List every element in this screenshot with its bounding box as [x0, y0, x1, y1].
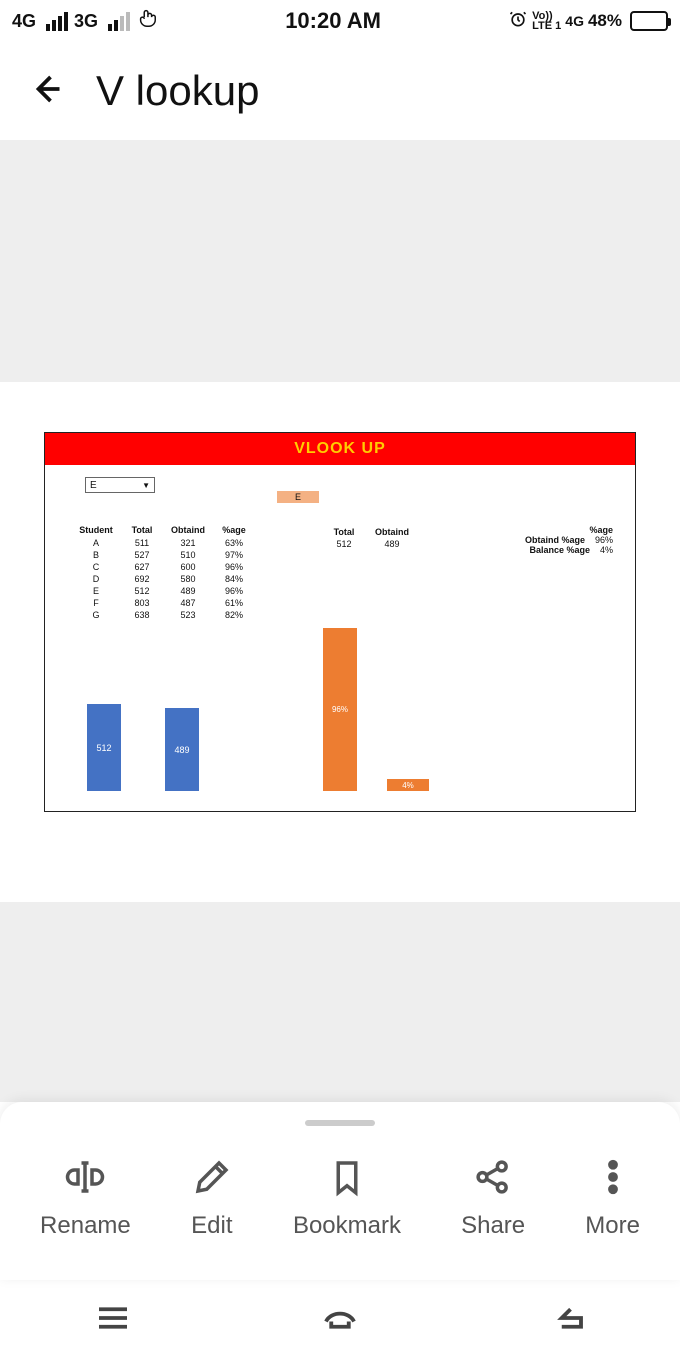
bookmark-button[interactable]: Bookmark: [293, 1156, 401, 1240]
percentage-block: %age Obtaind %age96% Balance %age4%: [525, 525, 613, 555]
status-left: 4G 3G: [12, 7, 158, 35]
bookmark-icon: [326, 1156, 368, 1198]
more-icon: [592, 1156, 634, 1198]
lookup-col-obtained: Obtaind: [369, 527, 415, 537]
student-table: Student Total Obtaind %age A51132163% B5…: [73, 525, 257, 621]
percentage-bar-chart: 96% 4%: [323, 621, 483, 791]
status-right: Vo)) LTE 1 4G 48%: [508, 9, 668, 34]
table-row: 512489: [321, 539, 415, 549]
touch-icon: [136, 7, 158, 35]
rename-icon: [64, 1156, 106, 1198]
action-label: Bookmark: [293, 1212, 401, 1240]
table-row: B52751097%: [73, 549, 257, 561]
status-bar: 4G 3G 10:20 AM Vo)) LTE 1 4G 48%: [0, 0, 680, 42]
document-content: VLOOK UP E ▼ E Student Total Obtain: [44, 432, 636, 812]
totals-bar-chart: 512 489: [81, 621, 261, 791]
pencil-icon: [191, 1156, 233, 1198]
page-title: V lookup: [96, 67, 259, 115]
document-preview[interactable]: VLOOK UP E ▼ E Student Total Obtain: [0, 382, 680, 902]
spacer-top: [0, 142, 680, 382]
chart-bar: 512: [87, 704, 121, 791]
signal-2-icon: [108, 12, 130, 31]
signal-1-icon: [46, 12, 68, 31]
volte-bottom: LTE 1: [532, 21, 561, 31]
lookup-col-total: Total: [321, 527, 367, 537]
table-row: F80348761%: [73, 597, 257, 609]
table-row: D69258084%: [73, 573, 257, 585]
share-button[interactable]: Share: [461, 1156, 525, 1240]
doc-title: VLOOK UP: [45, 433, 635, 465]
col-total: Total: [119, 525, 165, 537]
chart-bar: 489: [165, 708, 199, 791]
back-nav-button[interactable]: [546, 1297, 588, 1344]
network-3-label: 4G: [565, 13, 584, 29]
more-button[interactable]: More: [585, 1156, 640, 1240]
chart-bar: 96%: [323, 628, 357, 791]
student-dropdown[interactable]: E ▼: [85, 477, 155, 493]
table-row: G63852382%: [73, 609, 257, 621]
network-2-label: 3G: [74, 11, 98, 32]
spacer-bottom: [0, 902, 680, 1102]
lookup-table: TotalObtaind 512489: [319, 525, 417, 551]
system-nav-bar: [0, 1280, 680, 1360]
col-student: Student: [73, 525, 119, 537]
action-label: Rename: [40, 1212, 131, 1240]
chart-bar: 4%: [387, 779, 429, 791]
col-pct: %age: [211, 525, 257, 537]
title-bar: V lookup: [0, 42, 680, 142]
rename-button[interactable]: Rename: [40, 1156, 131, 1240]
pct-header: %age: [525, 525, 613, 535]
table-row: E51248996%: [73, 585, 257, 597]
back-button[interactable]: [28, 71, 64, 112]
sheet-handle[interactable]: [305, 1120, 375, 1126]
table-row: C62760096%: [73, 561, 257, 573]
action-label: Share: [461, 1212, 525, 1240]
chevron-down-icon: ▼: [142, 481, 150, 490]
volte-indicator: Vo)) LTE 1: [532, 11, 561, 31]
battery-icon: [630, 11, 668, 31]
recent-apps-button[interactable]: [92, 1297, 134, 1344]
table-row: A51132163%: [73, 537, 257, 549]
status-time: 10:20 AM: [158, 8, 508, 34]
share-icon: [472, 1156, 514, 1198]
col-obtained: Obtaind: [165, 525, 211, 537]
table-header-row: Student Total Obtaind %age: [73, 525, 257, 537]
home-button[interactable]: [319, 1297, 361, 1344]
selected-student-chip: E: [277, 491, 319, 503]
alarm-icon: [508, 9, 528, 34]
dropdown-value: E: [90, 480, 97, 491]
action-label: Edit: [191, 1212, 232, 1240]
edit-button[interactable]: Edit: [191, 1156, 233, 1240]
pct-row: Obtaind %age96%: [525, 535, 613, 545]
action-label: More: [585, 1212, 640, 1240]
network-1-label: 4G: [12, 11, 36, 32]
action-sheet: Rename Edit Bookmark Share More: [0, 1102, 680, 1280]
battery-percent: 48%: [588, 11, 622, 31]
pct-row: Balance %age4%: [525, 545, 613, 555]
